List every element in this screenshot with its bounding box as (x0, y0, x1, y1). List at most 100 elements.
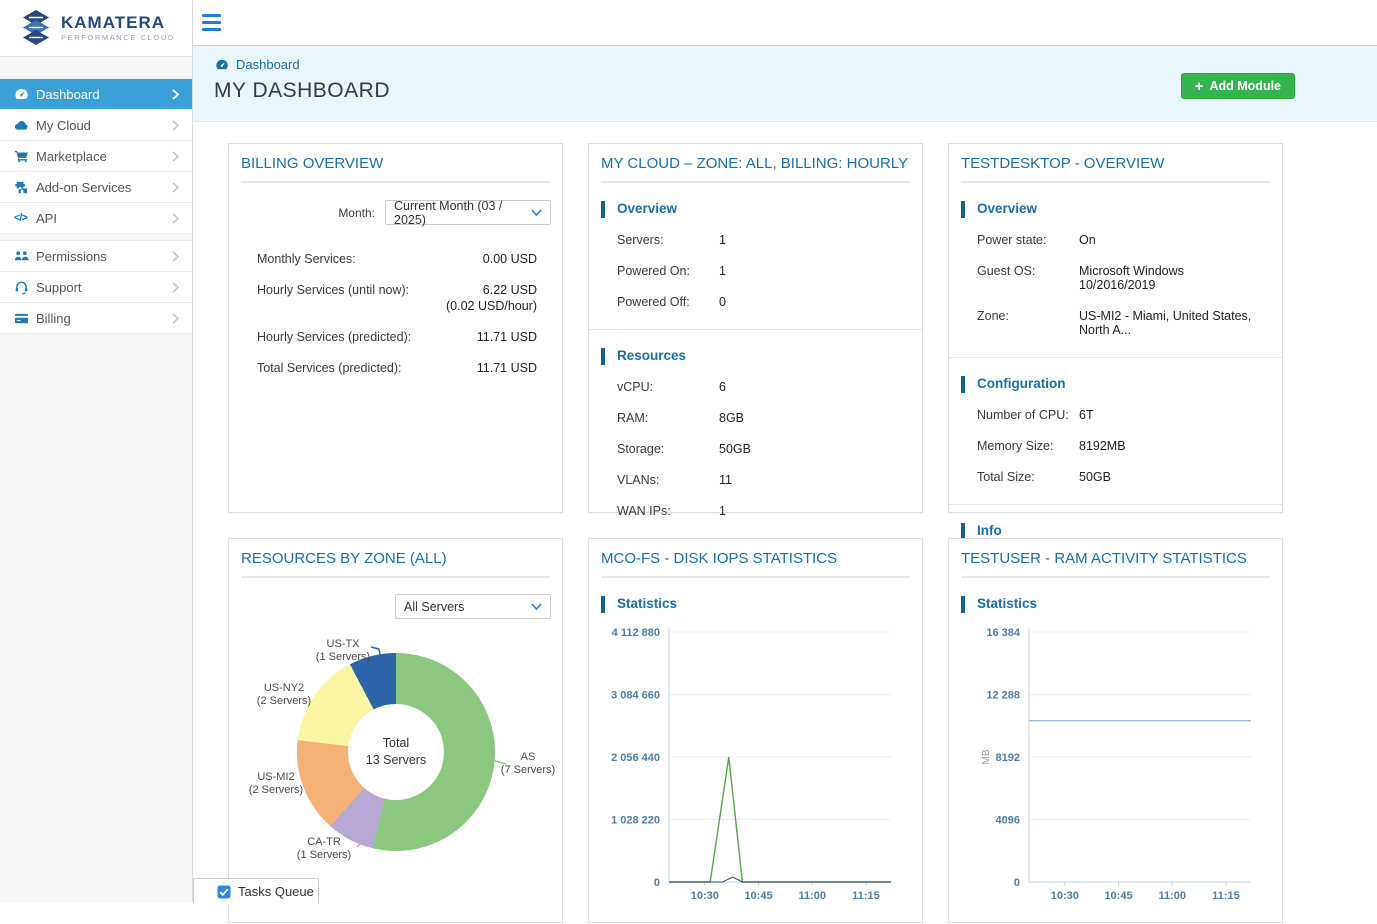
chevron-right-icon (172, 182, 179, 193)
disk-iops-line-chart: 01 028 2202 056 4403 084 6604 112 88010:… (589, 619, 924, 924)
card-title: BILLING OVERVIEW (229, 144, 562, 172)
plus-icon: + (1195, 79, 1204, 94)
chevron-down-icon (531, 209, 542, 216)
donut-label: CA-TR(1 Servers) (264, 836, 384, 862)
sidebar-item-label: My Cloud (36, 118, 91, 133)
svg-text:11:15: 11:15 (1212, 890, 1240, 902)
sidebar-item-permissions[interactable]: Permissions (0, 241, 192, 272)
divider (241, 181, 550, 183)
kv-row: WAN IPs:1 (589, 504, 922, 518)
sidebar-item-label: Support (36, 280, 82, 295)
billing-row: Hourly Services (predicted):11.71 USD (229, 330, 562, 344)
disk-iops-statistics-card: MCO-FS - DISK IOPS STATISTICS Statistics… (588, 538, 923, 923)
svg-text:16 384: 16 384 (986, 627, 1021, 639)
svg-text:11:00: 11:00 (1158, 890, 1186, 902)
kv-row: Power state:On (949, 233, 1282, 247)
chevron-down-icon (531, 603, 542, 610)
divider (961, 181, 1270, 183)
svg-text:MB: MB (981, 749, 992, 764)
headset-icon (14, 280, 36, 295)
kv-row: Total Size:50GB (949, 470, 1282, 484)
month-select[interactable]: Current Month (03 / 2025) (385, 200, 551, 225)
svg-text:2 056 440: 2 056 440 (611, 752, 660, 764)
breadcrumb[interactable]: Dashboard (215, 57, 300, 72)
sidebar-item-marketplace[interactable]: Marketplace (0, 141, 192, 172)
kv-row: Memory Size:8192MB (949, 439, 1282, 453)
card-title: RESOURCES BY ZONE (ALL) (229, 539, 562, 567)
svg-text:10:45: 10:45 (744, 890, 772, 902)
users-icon (14, 249, 36, 264)
kv-row: Servers:1 (589, 233, 922, 247)
donut-label: AS(7 Servers) (492, 751, 564, 777)
divider (601, 181, 910, 183)
kamatera-logo-icon (20, 9, 52, 47)
chevron-right-icon (172, 251, 179, 262)
billing-row: Total Services (predicted):11.71 USD (229, 361, 562, 375)
svg-text:10:30: 10:30 (691, 890, 719, 902)
section-heading: Resources (589, 348, 922, 363)
sidebar: KAMATERA PERFORMANCE CLOUD Dashboard My … (0, 0, 193, 902)
chevron-right-icon (172, 213, 179, 224)
donut-label: US-MI2(2 Servers) (221, 771, 331, 797)
svg-text:3 084 660: 3 084 660 (611, 690, 660, 702)
divider (241, 576, 550, 578)
sidebar-menu: Dashboard My Cloud Marketplace (0, 78, 192, 334)
puzzle-icon (14, 180, 36, 195)
page-title: MY DASHBOARD (214, 79, 390, 103)
add-module-button[interactable]: + Add Module (1181, 73, 1295, 99)
kv-row: Powered Off:0 (589, 295, 922, 309)
sidebar-item-support[interactable]: Support (0, 272, 192, 303)
section-heading: Statistics (589, 596, 922, 611)
kv-row: Guest OS:Microsoft Windows 10/2016/2019 (949, 264, 1282, 292)
my-cloud-summary-card: MY CLOUD – ZONE: ALL, BILLING: HOURLY Ov… (588, 143, 923, 513)
svg-text:8192: 8192 (996, 752, 1020, 764)
brand-logo[interactable]: KAMATERA PERFORMANCE CLOUD (0, 0, 192, 57)
svg-text:11:00: 11:00 (798, 890, 826, 902)
sidebar-item-my-cloud[interactable]: My Cloud (0, 110, 192, 141)
svg-text:4096: 4096 (996, 815, 1020, 827)
brand-tagline: PERFORMANCE CLOUD (61, 33, 175, 42)
checkbox-checked-icon (217, 885, 231, 899)
chevron-right-icon (172, 313, 179, 324)
divider (949, 357, 1282, 358)
sidebar-item-addon-services[interactable]: Add-on Services (0, 172, 192, 203)
gauge-icon (215, 58, 229, 72)
svg-text:10:45: 10:45 (1104, 890, 1132, 902)
breadcrumb-label: Dashboard (236, 57, 300, 72)
sidebar-item-billing[interactable]: Billing (0, 303, 192, 334)
chevron-right-icon (172, 282, 179, 293)
server-filter-select[interactable]: All Servers (395, 594, 551, 619)
chevron-right-icon (172, 120, 179, 131)
section-heading: Info (949, 523, 1282, 538)
donut-label: US-NY2(2 Servers) (229, 682, 339, 708)
section-heading: Overview (589, 201, 922, 216)
card-title: TESTUSER - RAM ACTIVITY STATISTICS (949, 539, 1282, 567)
card-title: TESTDESKTOP - OVERVIEW (949, 144, 1282, 172)
section-heading: Configuration (949, 376, 1282, 391)
sidebar-item-label: Add-on Services (36, 180, 131, 195)
kv-row: Powered On:1 (589, 264, 922, 278)
menu-group-divider (0, 234, 192, 241)
billing-row: Monthly Services:0.00 USD (229, 252, 562, 266)
billing-row: Hourly Services (until now):6.22 USD (229, 283, 562, 297)
svg-text:4 112 880: 4 112 880 (612, 627, 660, 639)
kv-row: Zone:US-MI2 - Miami, United States, Nort… (949, 309, 1282, 337)
section-heading: Statistics (949, 596, 1282, 611)
divider (589, 329, 922, 330)
sidebar-item-dashboard[interactable]: Dashboard (0, 79, 192, 110)
tasks-queue-label: Tasks Queue (238, 884, 314, 899)
divider (949, 504, 1282, 505)
svg-text:0: 0 (654, 877, 660, 889)
cloud-icon (14, 118, 36, 133)
hamburger-menu-icon[interactable] (202, 14, 221, 31)
kv-row: VLANs:11 (589, 473, 922, 487)
tasks-queue-button[interactable]: Tasks Queue (193, 878, 319, 904)
billing-overview-card: BILLING OVERVIEW Month: Current Month (0… (228, 143, 563, 513)
resources-by-zone-card: RESOURCES BY ZONE (ALL) All Servers Tota… (228, 538, 563, 923)
svg-text:12 288: 12 288 (986, 690, 1020, 702)
sidebar-item-label: Permissions (36, 249, 107, 264)
topbar (193, 0, 1377, 46)
sidebar-item-api[interactable]: </> API (0, 203, 192, 234)
chevron-right-icon (172, 151, 179, 162)
credit-card-icon (14, 311, 36, 326)
